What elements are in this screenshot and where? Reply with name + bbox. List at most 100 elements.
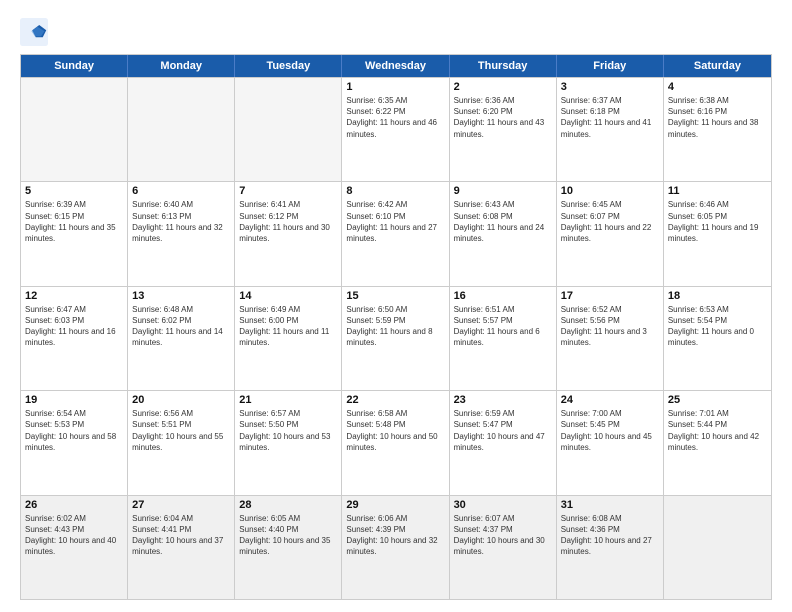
calendar-cell-2-1: 13 Sunrise: 6:48 AM Sunset: 6:02 PM Dayli… bbox=[128, 287, 235, 390]
cell-info: Sunrise: 6:48 AM Sunset: 6:02 PM Dayligh… bbox=[132, 304, 230, 349]
cell-day-number: 6 bbox=[132, 185, 230, 197]
calendar-cell-2-3: 15Sunrise: 6:50 AM Sunset: 5:59 PM Dayli… bbox=[342, 287, 449, 390]
calendar-cell-0-1 bbox=[128, 78, 235, 181]
cell-day-number: 19 bbox=[25, 394, 123, 406]
weekday-header-monday: Monday bbox=[128, 55, 235, 77]
calendar-cell-3-5: 24Sunrise: 7:00 AM Sunset: 5:45 PM Dayli… bbox=[557, 391, 664, 494]
calendar-header: SundayMondayTuesdayWednesdayThursdayFrid… bbox=[21, 55, 771, 77]
logo-icon bbox=[20, 18, 48, 46]
cell-info: Sunrise: 6:54 AM Sunset: 5:53 PM Dayligh… bbox=[25, 408, 123, 453]
cell-day-number: 23 bbox=[454, 394, 552, 406]
calendar-cell-1-3: 8 Sunrise: 6:42 AM Sunset: 6:10 PM Daylig… bbox=[342, 182, 449, 285]
cell-day-number: 11 bbox=[668, 185, 767, 197]
calendar-cell-0-0 bbox=[21, 78, 128, 181]
calendar-cell-0-5: 3 Sunrise: 6:37 AM Sunset: 6:18 PM Daylig… bbox=[557, 78, 664, 181]
calendar-row-0: 1 Sunrise: 6:35 AM Sunset: 6:22 PM Daylig… bbox=[21, 77, 771, 181]
cell-day-number: 16 bbox=[454, 290, 552, 302]
calendar-cell-1-5: 10Sunrise: 6:45 AM Sunset: 6:07 PM Dayli… bbox=[557, 182, 664, 285]
cell-day-number: 20 bbox=[132, 394, 230, 406]
cell-info: Sunrise: 6:35 AM Sunset: 6:22 PM Dayligh… bbox=[346, 95, 444, 140]
cell-info: Sunrise: 6:45 AM Sunset: 6:07 PM Dayligh… bbox=[561, 199, 659, 244]
cell-day-number: 17 bbox=[561, 290, 659, 302]
calendar-cell-1-0: 5 Sunrise: 6:39 AM Sunset: 6:15 PM Daylig… bbox=[21, 182, 128, 285]
logo bbox=[20, 18, 52, 46]
calendar: SundayMondayTuesdayWednesdayThursdayFrid… bbox=[20, 54, 772, 600]
cell-info: Sunrise: 6:07 AM Sunset: 4:37 PM Dayligh… bbox=[454, 513, 552, 558]
calendar-cell-4-3: 29 Sunrise: 6:06 AM Sunset: 4:39 PM Dayli… bbox=[342, 496, 449, 599]
cell-info: Sunrise: 6:50 AM Sunset: 5:59 PM Dayligh… bbox=[346, 304, 444, 349]
cell-day-number: 13 bbox=[132, 290, 230, 302]
calendar-cell-1-2: 7 Sunrise: 6:41 AM Sunset: 6:12 PM Daylig… bbox=[235, 182, 342, 285]
weekday-header-friday: Friday bbox=[557, 55, 664, 77]
cell-day-number: 14 bbox=[239, 290, 337, 302]
calendar-cell-3-1: 20 Sunrise: 6:56 AM Sunset: 5:51 PM Dayli… bbox=[128, 391, 235, 494]
cell-info: Sunrise: 6:41 AM Sunset: 6:12 PM Dayligh… bbox=[239, 199, 337, 244]
cell-info: Sunrise: 6:57 AM Sunset: 5:50 PM Dayligh… bbox=[239, 408, 337, 453]
cell-info: Sunrise: 6:39 AM Sunset: 6:15 PM Dayligh… bbox=[25, 199, 123, 244]
calendar-cell-1-1: 6Sunrise: 6:40 AM Sunset: 6:13 PM Daylig… bbox=[128, 182, 235, 285]
cell-day-number: 1 bbox=[346, 81, 444, 93]
calendar-cell-1-4: 9 Sunrise: 6:43 AM Sunset: 6:08 PM Daylig… bbox=[450, 182, 557, 285]
calendar-cell-4-2: 28 Sunrise: 6:05 AM Sunset: 4:40 PM Dayli… bbox=[235, 496, 342, 599]
weekday-header-tuesday: Tuesday bbox=[235, 55, 342, 77]
cell-info: Sunrise: 6:47 AM Sunset: 6:03 PM Dayligh… bbox=[25, 304, 123, 349]
cell-info: Sunrise: 7:01 AM Sunset: 5:44 PM Dayligh… bbox=[668, 408, 767, 453]
calendar-cell-2-2: 14 Sunrise: 6:49 AM Sunset: 6:00 PM Dayli… bbox=[235, 287, 342, 390]
calendar-row-3: 19 Sunrise: 6:54 AM Sunset: 5:53 PM Dayli… bbox=[21, 390, 771, 494]
cell-day-number: 9 bbox=[454, 185, 552, 197]
cell-day-number: 22 bbox=[346, 394, 444, 406]
cell-info: Sunrise: 6:08 AM Sunset: 4:36 PM Dayligh… bbox=[561, 513, 659, 558]
cell-info: Sunrise: 6:56 AM Sunset: 5:51 PM Dayligh… bbox=[132, 408, 230, 453]
cell-day-number: 8 bbox=[346, 185, 444, 197]
page-header bbox=[20, 18, 772, 46]
cell-info: Sunrise: 6:37 AM Sunset: 6:18 PM Dayligh… bbox=[561, 95, 659, 140]
cell-info: Sunrise: 6:05 AM Sunset: 4:40 PM Dayligh… bbox=[239, 513, 337, 558]
cell-info: Sunrise: 6:02 AM Sunset: 4:43 PM Dayligh… bbox=[25, 513, 123, 558]
calendar-cell-0-2 bbox=[235, 78, 342, 181]
calendar-cell-4-5: 31 Sunrise: 6:08 AM Sunset: 4:36 PM Dayli… bbox=[557, 496, 664, 599]
cell-day-number: 25 bbox=[668, 394, 767, 406]
cell-day-number: 21 bbox=[239, 394, 337, 406]
calendar-row-1: 5 Sunrise: 6:39 AM Sunset: 6:15 PM Daylig… bbox=[21, 181, 771, 285]
calendar-cell-3-0: 19 Sunrise: 6:54 AM Sunset: 5:53 PM Dayli… bbox=[21, 391, 128, 494]
cell-day-number: 7 bbox=[239, 185, 337, 197]
cell-info: Sunrise: 6:52 AM Sunset: 5:56 PM Dayligh… bbox=[561, 304, 659, 349]
calendar-row-2: 12 Sunrise: 6:47 AM Sunset: 6:03 PM Dayli… bbox=[21, 286, 771, 390]
calendar-body: 1 Sunrise: 6:35 AM Sunset: 6:22 PM Daylig… bbox=[21, 77, 771, 599]
calendar-cell-4-1: 27Sunrise: 6:04 AM Sunset: 4:41 PM Dayli… bbox=[128, 496, 235, 599]
cell-info: Sunrise: 6:36 AM Sunset: 6:20 PM Dayligh… bbox=[454, 95, 552, 140]
weekday-header-wednesday: Wednesday bbox=[342, 55, 449, 77]
calendar-cell-0-4: 2Sunrise: 6:36 AM Sunset: 6:20 PM Daylig… bbox=[450, 78, 557, 181]
cell-day-number: 30 bbox=[454, 499, 552, 511]
cell-day-number: 12 bbox=[25, 290, 123, 302]
calendar-cell-4-0: 26 Sunrise: 6:02 AM Sunset: 4:43 PM Dayli… bbox=[21, 496, 128, 599]
calendar-cell-0-6: 4Sunrise: 6:38 AM Sunset: 6:16 PM Daylig… bbox=[664, 78, 771, 181]
calendar-cell-1-6: 11Sunrise: 6:46 AM Sunset: 6:05 PM Dayli… bbox=[664, 182, 771, 285]
weekday-header-sunday: Sunday bbox=[21, 55, 128, 77]
cell-day-number: 28 bbox=[239, 499, 337, 511]
cell-info: Sunrise: 6:51 AM Sunset: 5:57 PM Dayligh… bbox=[454, 304, 552, 349]
cell-info: Sunrise: 6:58 AM Sunset: 5:48 PM Dayligh… bbox=[346, 408, 444, 453]
cell-info: Sunrise: 6:59 AM Sunset: 5:47 PM Dayligh… bbox=[454, 408, 552, 453]
calendar-cell-2-6: 18Sunrise: 6:53 AM Sunset: 5:54 PM Dayli… bbox=[664, 287, 771, 390]
calendar-cell-4-6 bbox=[664, 496, 771, 599]
cell-info: Sunrise: 6:42 AM Sunset: 6:10 PM Dayligh… bbox=[346, 199, 444, 244]
cell-info: Sunrise: 6:49 AM Sunset: 6:00 PM Dayligh… bbox=[239, 304, 337, 349]
calendar-cell-2-0: 12 Sunrise: 6:47 AM Sunset: 6:03 PM Dayli… bbox=[21, 287, 128, 390]
cell-day-number: 29 bbox=[346, 499, 444, 511]
calendar-cell-0-3: 1 Sunrise: 6:35 AM Sunset: 6:22 PM Daylig… bbox=[342, 78, 449, 181]
calendar-cell-4-4: 30 Sunrise: 6:07 AM Sunset: 4:37 PM Dayli… bbox=[450, 496, 557, 599]
cell-day-number: 3 bbox=[561, 81, 659, 93]
cell-day-number: 4 bbox=[668, 81, 767, 93]
calendar-cell-2-4: 16 Sunrise: 6:51 AM Sunset: 5:57 PM Dayli… bbox=[450, 287, 557, 390]
cell-day-number: 31 bbox=[561, 499, 659, 511]
weekday-header-thursday: Thursday bbox=[450, 55, 557, 77]
calendar-cell-3-2: 21 Sunrise: 6:57 AM Sunset: 5:50 PM Dayli… bbox=[235, 391, 342, 494]
cell-day-number: 26 bbox=[25, 499, 123, 511]
calendar-cell-3-3: 22 Sunrise: 6:58 AM Sunset: 5:48 PM Dayli… bbox=[342, 391, 449, 494]
cell-day-number: 18 bbox=[668, 290, 767, 302]
cell-info: Sunrise: 6:06 AM Sunset: 4:39 PM Dayligh… bbox=[346, 513, 444, 558]
cell-day-number: 5 bbox=[25, 185, 123, 197]
cell-info: Sunrise: 6:43 AM Sunset: 6:08 PM Dayligh… bbox=[454, 199, 552, 244]
cell-info: Sunrise: 7:00 AM Sunset: 5:45 PM Dayligh… bbox=[561, 408, 659, 453]
